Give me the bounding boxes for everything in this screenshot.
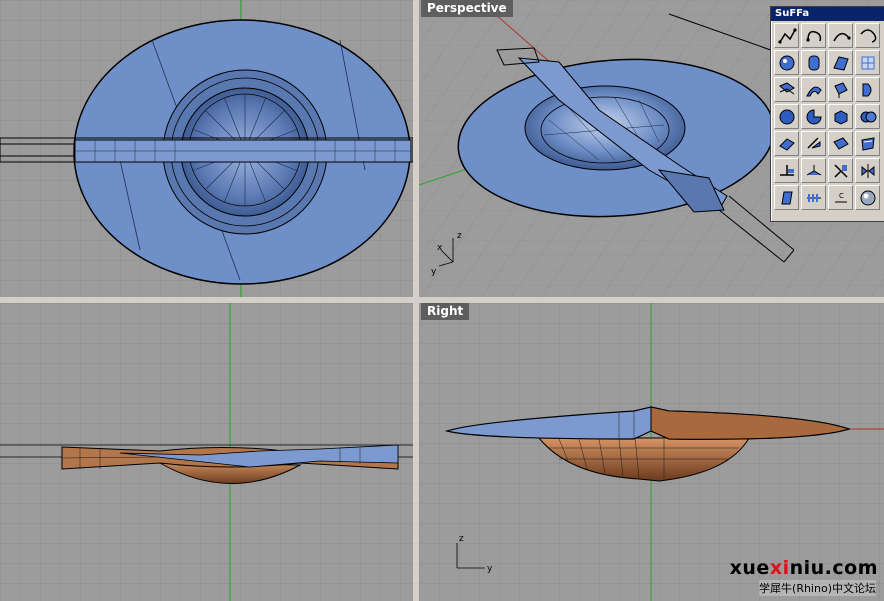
fillet-icon[interactable] — [774, 158, 799, 183]
curve-polyline-icon[interactable] — [774, 23, 799, 48]
sphere-icon[interactable] — [774, 50, 799, 75]
revolve-icon[interactable] — [855, 77, 880, 102]
watermark-site-post: niu.com — [789, 557, 878, 579]
offset-surface-icon[interactable] — [828, 131, 853, 156]
svg-text:C: C — [839, 192, 844, 200]
render-sphere-icon[interactable] — [855, 185, 880, 210]
viewport-label-perspective[interactable]: Perspective — [421, 0, 513, 17]
curve-spiral-icon[interactable] — [855, 23, 880, 48]
viewport-label-right[interactable]: Right — [421, 303, 470, 320]
blend-icon[interactable] — [801, 158, 826, 183]
top-view-canvas — [0, 0, 413, 297]
edit-surface-icon[interactable] — [855, 131, 880, 156]
right-axis-z: z — [459, 534, 464, 544]
solid-sphere-icon[interactable] — [774, 104, 799, 129]
persp-axis-y: y — [431, 267, 437, 277]
sweep-icon[interactable] — [801, 77, 826, 102]
trim-icon[interactable] — [828, 158, 853, 183]
surface-mesh-icon[interactable] — [855, 50, 880, 75]
project-icon[interactable] — [801, 131, 826, 156]
loft-icon[interactable] — [774, 77, 799, 102]
extrude-icon[interactable] — [828, 77, 853, 102]
toolbar-button-grid: C — [771, 21, 884, 211]
watermark-site: xuexiniu.com — [730, 557, 878, 579]
surface-patch-icon[interactable] — [828, 50, 853, 75]
suffa-toolbar[interactable]: SuFFa C — [770, 6, 884, 222]
curve-closed-icon[interactable] — [801, 23, 826, 48]
right-axis-y: y — [487, 564, 493, 574]
curve-arc-icon[interactable] — [828, 23, 853, 48]
toolbar-title[interactable]: SuFFa — [771, 7, 884, 21]
cylinder-icon[interactable] — [801, 50, 826, 75]
persp-axis-z: z — [457, 231, 462, 241]
bend-icon[interactable] — [774, 185, 799, 210]
mirror-icon[interactable] — [855, 158, 880, 183]
unroll-icon[interactable] — [801, 185, 826, 210]
front-view-canvas — [0, 303, 413, 601]
solid-box-icon[interactable] — [828, 104, 853, 129]
solid-wedge-icon[interactable] — [801, 104, 826, 129]
watermark-site-pre: xue — [729, 557, 770, 579]
solid-union-icon[interactable] — [855, 104, 880, 129]
analyze-icon[interactable]: C — [828, 185, 853, 210]
viewport-top[interactable] — [0, 0, 413, 297]
persp-axis-x: x — [437, 243, 443, 253]
viewport-front[interactable] — [0, 303, 413, 601]
watermark-site-x: xi — [769, 557, 790, 579]
plane-icon[interactable] — [774, 131, 799, 156]
watermark-forum: 学犀牛(Rhino)中文论坛 — [759, 580, 876, 596]
